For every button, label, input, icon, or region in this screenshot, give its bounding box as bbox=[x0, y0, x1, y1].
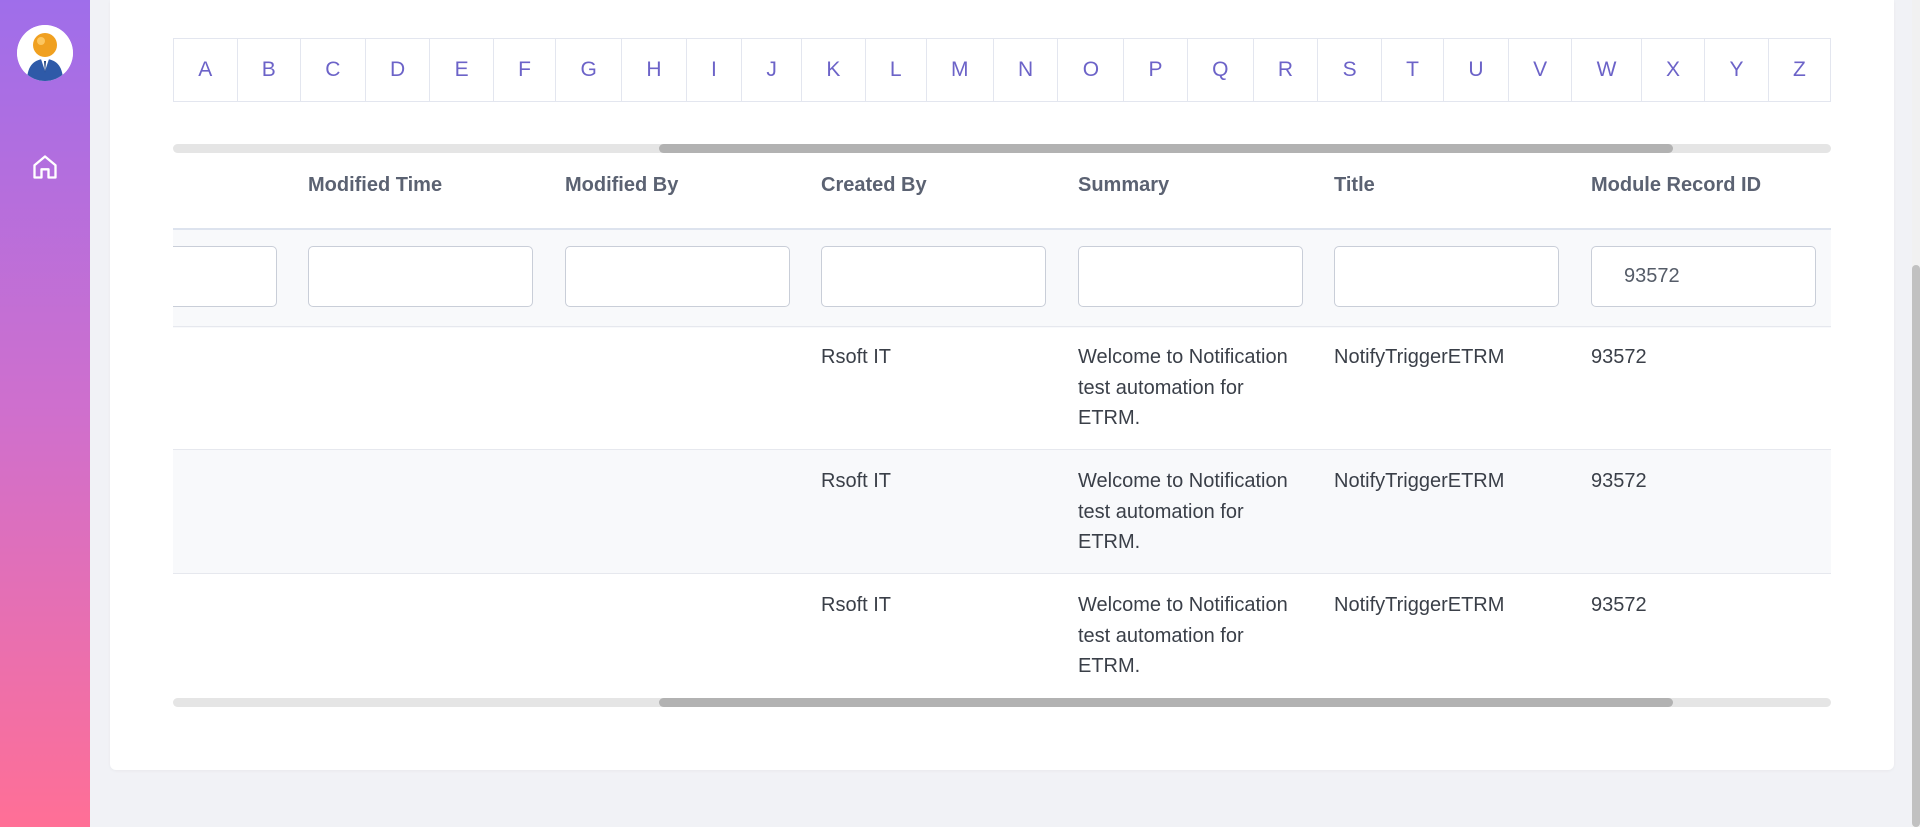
filter-input-hidden-column[interactable] bbox=[173, 246, 277, 307]
filter-input-summary[interactable] bbox=[1078, 246, 1303, 307]
alphabet-letter-z[interactable]: Z bbox=[1769, 39, 1830, 101]
alphabet-letter-n[interactable]: N bbox=[994, 39, 1059, 101]
column-header-title[interactable]: Title bbox=[1334, 174, 1375, 197]
alphabet-letter-l[interactable]: L bbox=[866, 39, 927, 101]
column-header-summary[interactable]: Summary bbox=[1078, 174, 1169, 197]
scrollbar-thumb[interactable] bbox=[659, 144, 1673, 153]
sidebar bbox=[0, 0, 90, 827]
cell-created-by: Rsoft IT bbox=[821, 594, 892, 616]
alphabet-letter-y[interactable]: Y bbox=[1705, 39, 1769, 101]
cell-summary: Welcome to Notification test automation … bbox=[1078, 346, 1288, 429]
alphabet-letter-s[interactable]: S bbox=[1318, 39, 1382, 101]
alphabet-letter-t[interactable]: T bbox=[1382, 39, 1445, 101]
alphabet-letter-i[interactable]: I bbox=[687, 39, 743, 101]
alphabet-letter-a[interactable]: A bbox=[174, 39, 238, 101]
filter-input-modified-time[interactable] bbox=[308, 246, 533, 307]
scrollbar-thumb[interactable] bbox=[659, 698, 1673, 707]
alphabet-letter-e[interactable]: E bbox=[430, 39, 494, 101]
cell-module-record-id: 93572 bbox=[1591, 594, 1647, 616]
alphabet-letter-d[interactable]: D bbox=[366, 39, 431, 101]
home-icon[interactable] bbox=[31, 153, 59, 181]
records-table: Modified Time Modified By Created By Sum… bbox=[173, 154, 1831, 698]
column-header-modified-by[interactable]: Modified By bbox=[565, 174, 678, 197]
column-header-created-by[interactable]: Created By bbox=[821, 174, 927, 197]
alphabet-letter-p[interactable]: P bbox=[1124, 39, 1188, 101]
alphabet-letter-c[interactable]: C bbox=[301, 39, 366, 101]
cell-module-record-id: 93572 bbox=[1591, 470, 1647, 492]
cell-created-by: Rsoft IT bbox=[821, 346, 892, 368]
column-header-module-record-id[interactable]: Module Record ID bbox=[1591, 174, 1761, 197]
vertical-scrollbar[interactable] bbox=[1912, 0, 1920, 827]
row-divider bbox=[173, 573, 1831, 574]
horizontal-scrollbar-bottom[interactable] bbox=[173, 698, 1831, 707]
cell-created-by: Rsoft IT bbox=[821, 470, 892, 492]
cell-title: NotifyTriggerETRM bbox=[1334, 470, 1505, 492]
alphabet-letter-w[interactable]: W bbox=[1572, 39, 1642, 101]
user-avatar-icon[interactable] bbox=[17, 25, 73, 81]
cell-summary: Welcome to Notification test automation … bbox=[1078, 594, 1288, 677]
cell-summary: Welcome to Notification test automation … bbox=[1078, 470, 1288, 553]
alphabet-letter-f[interactable]: F bbox=[494, 39, 557, 101]
alphabet-letter-o[interactable]: O bbox=[1058, 39, 1125, 101]
column-header-modified-time[interactable]: Modified Time bbox=[308, 174, 442, 197]
alphabet-letter-x[interactable]: X bbox=[1642, 39, 1706, 101]
alphabet-letter-r[interactable]: R bbox=[1254, 39, 1319, 101]
content-card: ABCDEFGHIJKLMNOPQRSTUVWXYZ Modified Time… bbox=[110, 0, 1894, 770]
cell-title: NotifyTriggerETRM bbox=[1334, 594, 1505, 616]
alphabet-letter-j[interactable]: J bbox=[742, 39, 803, 101]
alphabet-letter-k[interactable]: K bbox=[802, 39, 866, 101]
filter-input-created-by[interactable] bbox=[821, 246, 1046, 307]
alphabet-letter-g[interactable]: G bbox=[556, 39, 623, 101]
alphabet-letter-q[interactable]: Q bbox=[1188, 39, 1254, 101]
cell-module-record-id: 93572 bbox=[1591, 346, 1647, 368]
alphabet-letter-u[interactable]: U bbox=[1444, 39, 1509, 101]
cell-title: NotifyTriggerETRM bbox=[1334, 346, 1505, 368]
alphabet-letter-h[interactable]: H bbox=[622, 39, 687, 101]
row-divider bbox=[173, 326, 1831, 327]
alphabet-letter-b[interactable]: B bbox=[238, 39, 302, 101]
filter-input-module-record-id[interactable] bbox=[1591, 246, 1816, 307]
vertical-scrollbar-thumb[interactable] bbox=[1912, 265, 1920, 827]
filter-input-title[interactable] bbox=[1334, 246, 1559, 307]
horizontal-scrollbar-top[interactable] bbox=[173, 144, 1831, 153]
alphabet-letter-v[interactable]: V bbox=[1509, 39, 1573, 101]
alphabet-letter-m[interactable]: M bbox=[927, 39, 994, 101]
filter-input-modified-by[interactable] bbox=[565, 246, 790, 307]
alphabet-filter: ABCDEFGHIJKLMNOPQRSTUVWXYZ bbox=[173, 38, 1831, 102]
